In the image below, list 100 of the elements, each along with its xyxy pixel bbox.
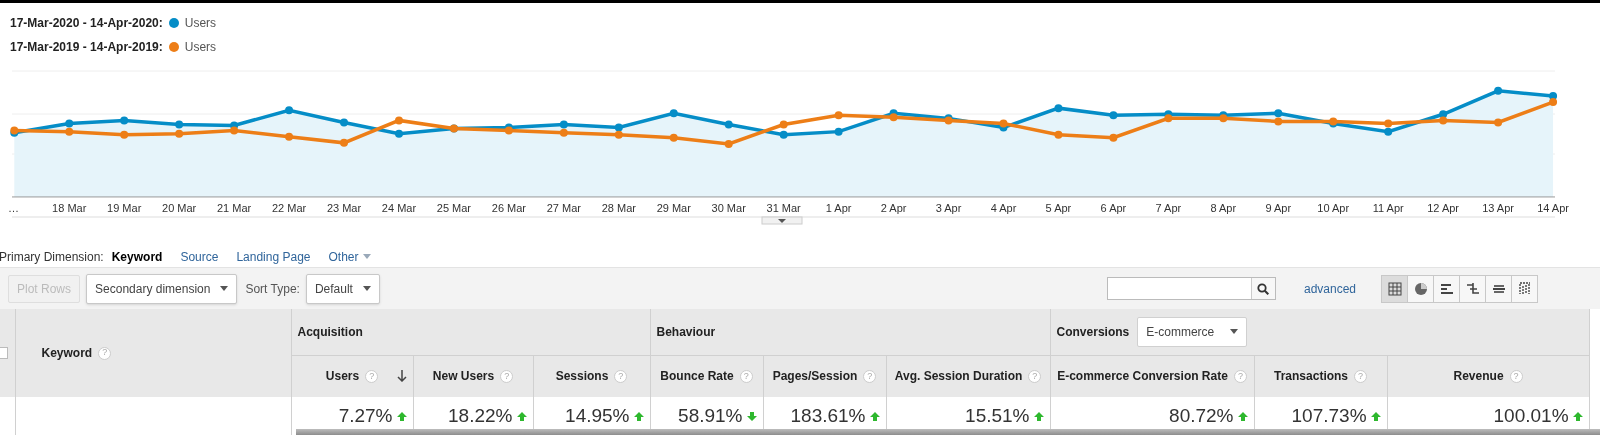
dimension-menu[interactable]: Other <box>328 247 371 266</box>
column-label: Bounce Rate <box>660 368 734 386</box>
axis-label: 27 Mar <box>546 202 581 214</box>
data-point[interactable] <box>175 129 184 138</box>
data-point[interactable] <box>669 133 678 142</box>
data-point[interactable] <box>395 129 403 138</box>
column-header[interactable]: Transactions ? <box>1254 355 1388 397</box>
column-header[interactable]: Sessions ? <box>533 355 650 397</box>
percent-change: 14.95% <box>565 405 630 427</box>
data-point[interactable] <box>834 127 843 136</box>
data-point[interactable] <box>120 130 129 139</box>
axis-label: 13 Apr <box>1482 202 1514 214</box>
view-button[interactable] <box>1381 274 1408 303</box>
data-point[interactable] <box>1549 91 1558 100</box>
data-point[interactable] <box>285 106 294 115</box>
dimension-link[interactable]: Landing Page <box>236 247 311 266</box>
data-point[interactable] <box>230 126 239 135</box>
data-point[interactable] <box>559 120 568 129</box>
data-point[interactable] <box>395 116 403 125</box>
data-point[interactable] <box>614 123 623 132</box>
grid-view-icon <box>1387 281 1402 296</box>
axis-label: 1 Apr <box>825 202 852 214</box>
data-point[interactable] <box>1164 114 1173 123</box>
column-header[interactable]: New Users ? <box>413 355 533 397</box>
view-button[interactable] <box>1407 274 1434 303</box>
group-label: Acquisition <box>297 323 363 341</box>
dimension-link[interactable]: Keyword <box>111 247 163 266</box>
axis-label: 2 Apr <box>880 202 907 214</box>
horizontal-scrollbar[interactable] <box>296 429 1600 435</box>
data-point[interactable] <box>779 120 788 129</box>
data-point[interactable] <box>285 132 294 141</box>
data-point[interactable] <box>504 126 513 135</box>
view-button[interactable] <box>1459 274 1486 303</box>
view-button[interactable] <box>1433 274 1460 303</box>
data-point[interactable] <box>1439 110 1448 119</box>
axis-label: 30 Mar <box>711 202 746 214</box>
column-header[interactable]: E-commerce Conversion Rate ? <box>1050 355 1255 397</box>
percent-change: 100.01% <box>1493 405 1569 427</box>
data-point[interactable] <box>1054 130 1063 139</box>
column-header[interactable]: Bounce Rate ? <box>650 355 763 397</box>
data-point[interactable] <box>120 116 129 125</box>
data-point[interactable] <box>724 139 733 148</box>
checkbox[interactable] <box>0 347 8 359</box>
axis-label: 29 Mar <box>656 202 691 214</box>
view-button[interactable] <box>1485 274 1512 303</box>
axis-label: 22 Mar <box>271 202 307 214</box>
advanced-link[interactable]: advanced <box>1303 279 1356 298</box>
search-field[interactable] <box>1106 277 1276 301</box>
data-point[interactable] <box>1494 86 1503 95</box>
data-point[interactable] <box>1384 119 1393 128</box>
column-header[interactable]: Users ? <box>291 355 413 397</box>
data-point[interactable] <box>999 119 1008 128</box>
view-button[interactable] <box>1511 274 1538 303</box>
data-point[interactable] <box>944 116 953 125</box>
data-point[interactable] <box>889 113 898 122</box>
column-header[interactable]: Pages/Session ? <box>763 355 886 397</box>
data-point[interactable] <box>65 127 74 136</box>
data-point[interactable] <box>1109 111 1118 120</box>
data-point[interactable] <box>1054 104 1063 113</box>
data-point[interactable] <box>175 120 184 129</box>
data-point[interactable] <box>724 120 733 129</box>
column-label: Keyword <box>41 345 93 362</box>
percent-change: 80.72% <box>1169 405 1234 427</box>
data-point[interactable] <box>1384 127 1393 136</box>
column-header[interactable]: Avg. Session Duration ? <box>886 355 1051 397</box>
data-point[interactable] <box>10 126 19 135</box>
data-point[interactable] <box>1274 109 1283 118</box>
secondary-dimension-dropdown[interactable]: Secondary dimension <box>86 273 238 304</box>
sort-type-label: Sort Type: <box>245 280 300 298</box>
axis-label: 20 Mar <box>162 202 197 214</box>
data-point[interactable] <box>834 111 843 120</box>
data-point[interactable] <box>1274 117 1283 126</box>
data-point[interactable] <box>1219 114 1228 123</box>
data-point[interactable] <box>1549 98 1558 107</box>
data-point[interactable] <box>1494 118 1503 127</box>
data-point[interactable] <box>669 109 678 118</box>
data-point[interactable] <box>1439 116 1448 125</box>
data-point[interactable] <box>779 130 788 139</box>
data-point[interactable] <box>340 118 348 127</box>
sort-type-dropdown[interactable]: Default <box>305 273 380 304</box>
data-point[interactable] <box>340 138 348 147</box>
data-point[interactable] <box>559 128 568 137</box>
axis-label: 3 Apr <box>935 202 962 214</box>
data-point[interactable] <box>65 119 74 128</box>
data-point[interactable] <box>614 130 623 139</box>
axis-label: 14 Apr <box>1537 202 1569 214</box>
collapse-handle[interactable] <box>761 216 803 225</box>
caret-icon <box>220 286 229 292</box>
axis-label: 9 Apr <box>1265 202 1292 214</box>
axis-label: 28 Mar <box>601 202 636 214</box>
conversions-dropdown[interactable]: E-commerce <box>1137 316 1248 347</box>
column-header[interactable]: Revenue ? <box>1387 355 1590 397</box>
data-point[interactable] <box>1329 117 1338 126</box>
dimension-link[interactable]: Source <box>180 247 219 266</box>
column-label: E-commerce Conversion Rate <box>1057 368 1228 386</box>
axis-label: 18 Mar <box>52 202 87 214</box>
column-label: Revenue <box>1453 368 1504 386</box>
search-icon[interactable] <box>1257 282 1270 295</box>
data-point[interactable] <box>1109 133 1118 142</box>
column-label: Avg. Session Duration <box>894 368 1023 386</box>
